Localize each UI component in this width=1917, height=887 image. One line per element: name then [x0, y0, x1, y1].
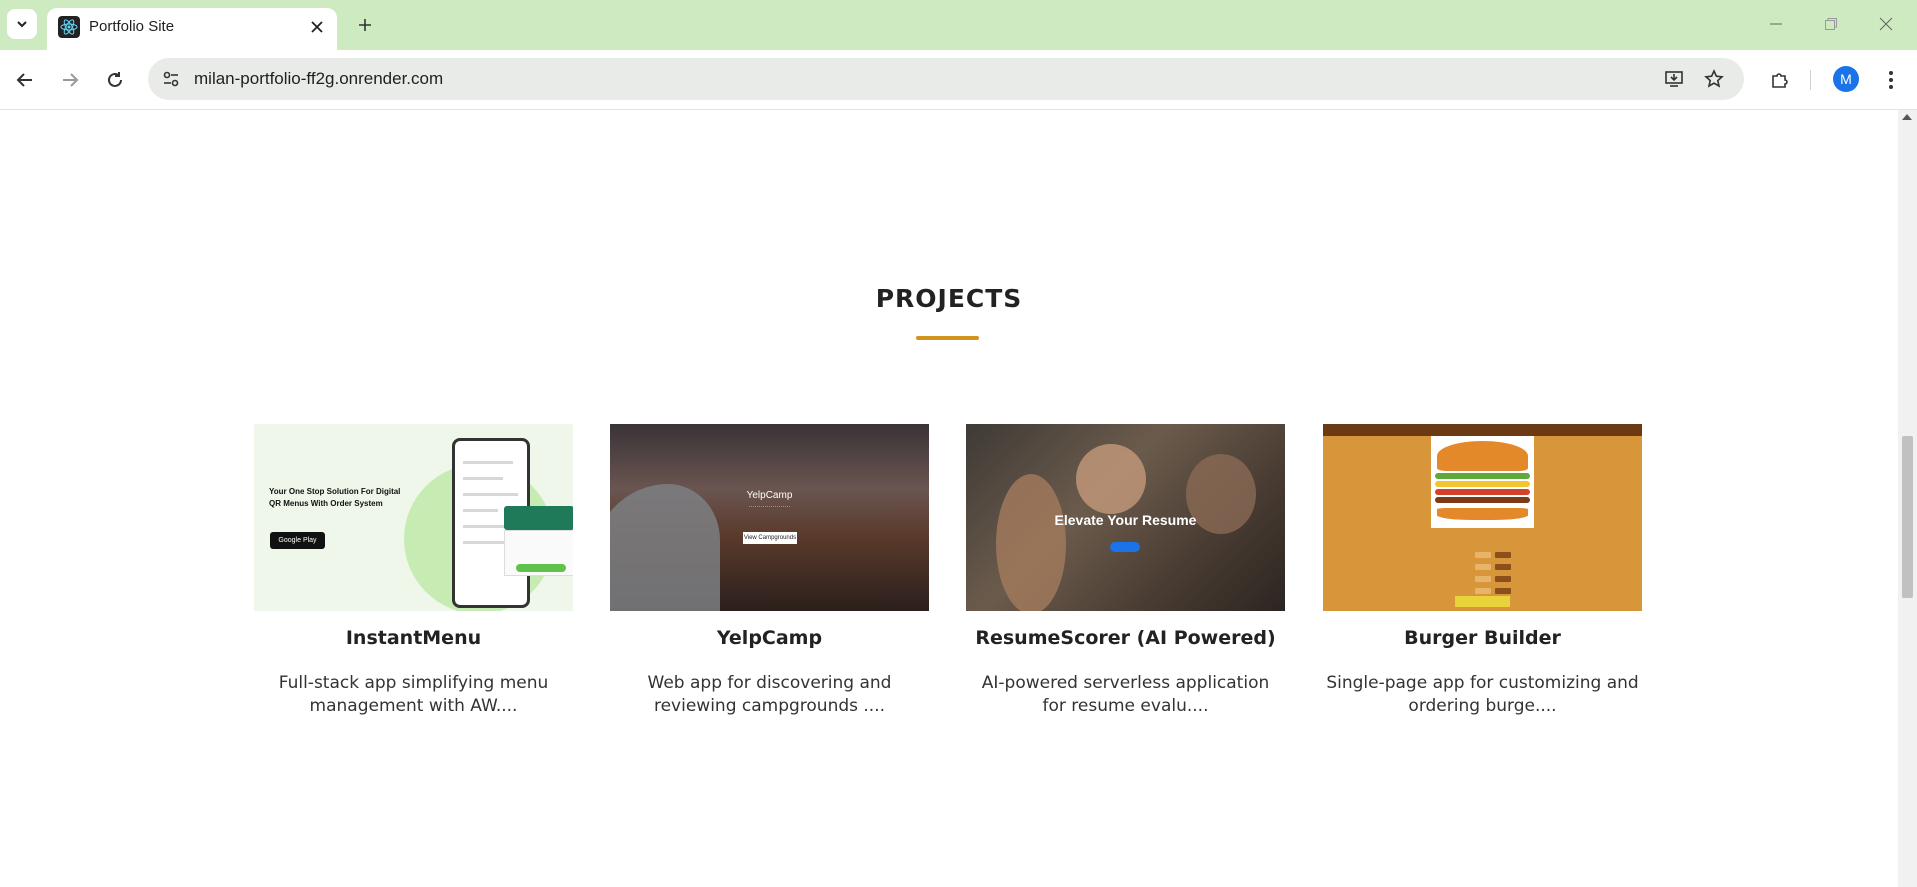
- menu-button[interactable]: [1875, 64, 1907, 96]
- project-title: Burger Builder: [1404, 627, 1561, 649]
- page-viewport: PROJECTS Your One Stop Solution For Digi…: [0, 110, 1898, 887]
- button-mockup: [516, 564, 566, 572]
- puzzle-icon: [1772, 73, 1788, 88]
- chevron-down-icon: [17, 21, 27, 28]
- ingredient-control: [1451, 552, 1513, 558]
- close-icon: [311, 21, 323, 33]
- title-underline: [916, 336, 979, 340]
- section-title: PROJECTS: [875, 284, 1023, 313]
- person-silhouette: [1076, 444, 1146, 514]
- ingredient-control: [1451, 564, 1513, 570]
- bookmark-button[interactable]: [1700, 65, 1728, 93]
- project-card-resumescorer[interactable]: Elevate Your Resume ResumeScorer (AI Pow…: [966, 424, 1285, 718]
- minimize-button[interactable]: [1756, 8, 1796, 40]
- notification-mockup: [504, 506, 573, 530]
- project-title: InstantMenu: [345, 627, 482, 649]
- new-tab-button[interactable]: [352, 12, 378, 38]
- plus-icon: [359, 19, 371, 31]
- thumbnail-headline: YelpCamp: [746, 490, 793, 501]
- close-icon: [1879, 17, 1893, 31]
- project-card-yelpcamp[interactable]: YelpCamp ····················· View Camp…: [610, 424, 929, 718]
- browser-toolbar: milan-portfolio-ff2g.onrender.com M: [0, 50, 1917, 110]
- back-button[interactable]: [9, 64, 41, 96]
- thumbnail-subtext: ·····················: [748, 504, 791, 510]
- google-play-badge: Google Play: [270, 532, 325, 549]
- project-description: Single-page app for customizing and orde…: [1326, 673, 1639, 716]
- close-window-button[interactable]: [1866, 8, 1906, 40]
- tab-close-button[interactable]: [307, 17, 327, 37]
- project-card-burger-builder[interactable]: Burger Builder Single-page app for custo…: [1323, 424, 1642, 718]
- burger-patty: [1435, 497, 1530, 503]
- thumbnail-headline: Your One Stop Solution For Digital QR Me…: [269, 487, 401, 508]
- reload-icon: [108, 72, 122, 87]
- project-card-instantmenu[interactable]: Your One Stop Solution For Digital QR Me…: [254, 424, 573, 718]
- kebab-menu-icon: [1889, 71, 1893, 89]
- profile-avatar[interactable]: M: [1833, 66, 1859, 92]
- star-icon: [1704, 69, 1724, 88]
- forward-button[interactable]: [54, 64, 86, 96]
- person-silhouette: [996, 474, 1066, 611]
- restore-button[interactable]: [1811, 8, 1851, 40]
- scroll-up-icon[interactable]: [1902, 114, 1912, 120]
- thumbnail-navbar: [1323, 424, 1642, 436]
- tab-title: Portfolio Site: [89, 18, 175, 35]
- scrollbar-thumb[interactable]: [1902, 436, 1913, 598]
- project-thumbnail[interactable]: YelpCamp ····················· View Camp…: [610, 424, 929, 611]
- restore-icon: [1825, 18, 1837, 30]
- order-button-mockup: [1455, 596, 1510, 607]
- address-bar[interactable]: milan-portfolio-ff2g.onrender.com: [148, 58, 1744, 100]
- thumbnail-button: View Campgrounds: [743, 532, 797, 544]
- burger-cheese: [1435, 481, 1530, 487]
- project-description: Full-stack app simplifying menu manageme…: [278, 673, 549, 716]
- burger-lettuce: [1435, 473, 1530, 479]
- react-logo-icon: [58, 16, 80, 38]
- thumbnail-headline: Elevate Your Resume: [1054, 512, 1197, 528]
- project-thumbnail[interactable]: [1323, 424, 1642, 611]
- reload-button[interactable]: [99, 64, 131, 96]
- burger-bun-bottom: [1437, 508, 1528, 520]
- project-description: AI-powered serverless application for re…: [981, 673, 1270, 716]
- project-thumbnail[interactable]: Elevate Your Resume: [966, 424, 1285, 611]
- burger-tomato: [1435, 489, 1530, 495]
- url-text[interactable]: milan-portfolio-ff2g.onrender.com: [194, 68, 443, 90]
- minimize-icon: [1770, 23, 1782, 25]
- tab-search-button[interactable]: [7, 9, 37, 39]
- browser-tab[interactable]: Portfolio Site: [47, 8, 337, 50]
- toolbar-divider: [1810, 70, 1811, 90]
- ingredient-control: [1451, 576, 1513, 582]
- install-icon: [1665, 71, 1683, 87]
- install-app-button[interactable]: [1660, 65, 1688, 93]
- thumbnail-button: [1110, 542, 1140, 552]
- project-title: YelpCamp: [716, 627, 823, 649]
- tune-icon: [163, 71, 179, 87]
- arrow-right-icon: [63, 73, 79, 87]
- project-description: Web app for discovering and reviewing ca…: [647, 673, 892, 716]
- burger-bun-top: [1437, 441, 1528, 471]
- vertical-scrollbar[interactable]: [1898, 110, 1917, 887]
- project-title: ResumeScorer (AI Powered): [975, 627, 1276, 649]
- project-thumbnail[interactable]: Your One Stop Solution For Digital QR Me…: [254, 424, 573, 611]
- site-info-button[interactable]: [156, 64, 186, 94]
- browser-tab-bar: Portfolio Site: [0, 0, 1917, 50]
- extensions-button[interactable]: [1764, 64, 1796, 96]
- arrow-left-icon: [16, 73, 32, 87]
- ingredient-control: [1451, 588, 1513, 594]
